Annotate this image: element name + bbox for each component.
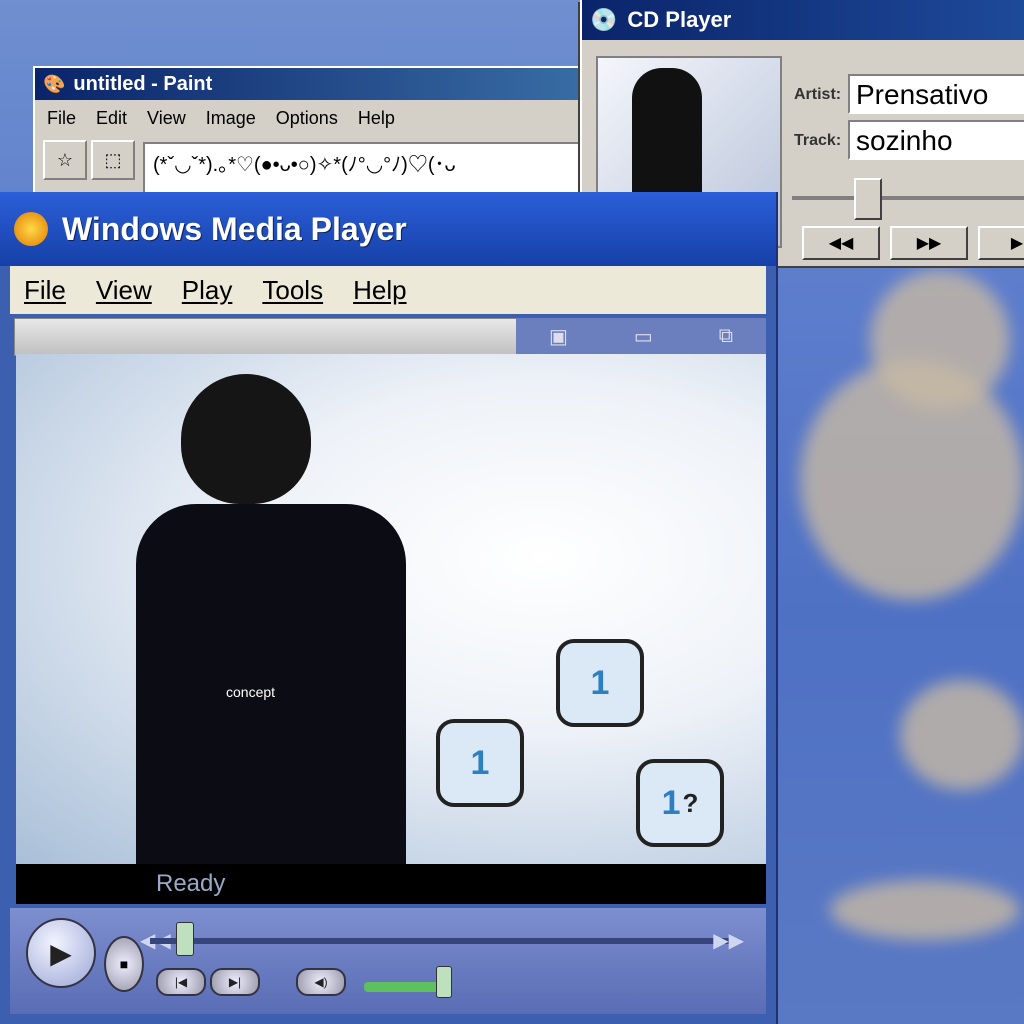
wmp-menu-bar: File View Play Tools Help [10,266,766,314]
paint-canvas[interactable]: (*ˇ◡ˇ*).｡*♡(●•ᴗ•○)✧*(ﾉ°◡°ﾉ)♡(･ᴗ [143,142,595,198]
mute-button[interactable]: ◀) [296,968,346,996]
cd-title-bar[interactable]: 💿 CD Player [582,0,1024,40]
wmp-title: Windows Media Player [62,210,407,247]
cd-play-button[interactable]: ▶ [978,226,1024,260]
shirt-text: concept [226,684,276,700]
wmp-controls: ▶ ■ ◀◀ ▶▶ |◀ ▶| ◀) [10,908,766,1014]
person-body: concept [136,504,406,864]
paint-menu-options[interactable]: Options [276,108,338,129]
hand-digit: 1 [661,783,681,822]
paint-menu-edit[interactable]: Edit [96,108,127,129]
wmp-menu-file[interactable]: File [24,275,66,306]
person-head [181,374,311,504]
paint-menu-view[interactable]: View [147,108,186,129]
cd-title: CD Player [627,7,732,32]
paint-menu-image[interactable]: Image [206,108,256,129]
track-label: Track: [794,132,842,149]
restore-icon[interactable]: ▭ [634,324,653,349]
paint-menu-file[interactable]: File [47,108,76,129]
wmp-view-buttons: ▣ ▭ ⧉ [516,318,766,354]
help-question-mark: ? [682,787,699,818]
cloud [900,680,1024,790]
cloud [800,360,1024,600]
rect-select-icon[interactable]: ⬚ [91,140,135,180]
wmp-menu-view[interactable]: View [96,275,152,306]
artist-label: Artist: [794,86,842,103]
hand-digit: 1 [470,743,490,782]
next-track-button[interactable]: ▶| [210,968,260,996]
free-select-icon[interactable]: ☆ [43,140,87,180]
paint-menu-help[interactable]: Help [358,108,395,129]
paint-title: untitled - Paint [73,72,213,95]
seek-thumb[interactable] [176,922,194,956]
cd-seek-thumb[interactable] [854,178,882,220]
wmp-menu-play[interactable]: Play [182,275,233,306]
hand-digit: 1 [590,663,610,702]
compact-mode-icon[interactable]: ⧉ [719,325,733,348]
wmp-app-icon [14,212,48,246]
artist-field[interactable]: Prensativo [848,74,1024,114]
pin-icon[interactable]: ▣ [549,324,568,349]
paint-window: 🎨 untitled - Paint File Edit View Image … [33,66,597,200]
seek-forward-icon[interactable]: ▶▶ [713,928,744,953]
paint-app-icon: 🎨 [43,73,66,94]
wmp-title-bar[interactable]: Windows Media Player [0,192,776,266]
hand-cursor-icon: 1 [436,719,524,807]
wmp-menu-tools[interactable]: Tools [262,275,323,306]
cd-rewind-button[interactable]: ◀◀ [802,226,880,260]
video-display[interactable]: concept 1 1 1? [16,354,766,864]
hand-cursor-icon: 1 [556,639,644,727]
track-field[interactable]: sozinho [848,120,1024,160]
help-cursor-icon: 1? [636,759,724,847]
paint-title-bar[interactable]: 🎨 untitled - Paint [35,68,595,100]
media-player-window: Windows Media Player File View Play Tool… [0,192,776,1024]
volume-thumb[interactable] [436,966,452,998]
play-button[interactable]: ▶ [26,918,96,988]
previous-track-button[interactable]: |◀ [156,968,206,996]
stop-button[interactable]: ■ [104,936,144,992]
seek-track[interactable] [150,938,730,944]
cd-transport: ◀◀ ▶▶ ▶ [802,226,1024,260]
paint-toolbox: ☆ ⬚ [43,140,135,180]
cd-seek-track[interactable] [792,196,1024,200]
wmp-menu-help[interactable]: Help [353,275,406,306]
status-bar: Ready [16,864,766,904]
cd-forward-button[interactable]: ▶▶ [890,226,968,260]
paint-menu-bar: File Edit View Image Options Help [35,100,595,137]
cloud [830,880,1020,940]
cd-app-icon: 💿 [590,7,618,32]
video-person: concept [136,374,416,864]
volume-slider[interactable] [364,982,444,992]
